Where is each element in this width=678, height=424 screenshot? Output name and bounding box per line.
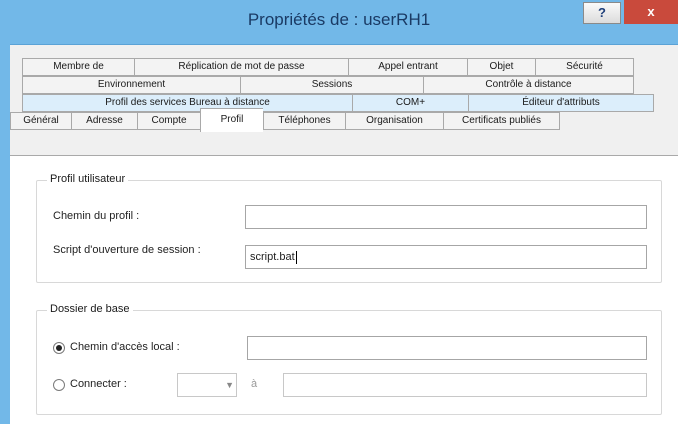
tab-membre-de[interactable]: Membre de: [22, 58, 134, 76]
help-button[interactable]: ?: [583, 2, 621, 24]
chevron-down-icon: ▼: [225, 380, 234, 390]
tab-securite[interactable]: Sécurité: [535, 58, 634, 76]
chemin-profil-input[interactable]: [245, 205, 647, 229]
tab-certificats-publies[interactable]: Certificats publiés: [443, 112, 560, 130]
tab-row-3: Profil des services Bureau à distance CO…: [22, 94, 654, 112]
dossier-base-legend: Dossier de base: [47, 303, 133, 315]
profil-tab-panel: Profil utilisateur Chemin du profil : Sc…: [10, 155, 678, 424]
tab-sessions[interactable]: Sessions: [240, 76, 423, 94]
tab-compte[interactable]: Compte: [137, 112, 200, 130]
chemin-profil-label: Chemin du profil :: [53, 210, 140, 222]
tab-environnement[interactable]: Environnement: [22, 76, 240, 94]
tab-objet[interactable]: Objet: [467, 58, 535, 76]
chemin-local-label: Chemin d'accès local :: [70, 341, 180, 353]
tab-profil-bureau-distance[interactable]: Profil des services Bureau à distance: [22, 94, 352, 112]
tab-controle-distance[interactable]: Contrôle à distance: [423, 76, 634, 94]
tab-organisation[interactable]: Organisation: [345, 112, 443, 130]
close-icon: x: [647, 4, 655, 19]
profil-utilisateur-group: Profil utilisateur Chemin du profil : Sc…: [36, 173, 662, 283]
dossier-base-group: Dossier de base Chemin d'accès local : C…: [36, 303, 662, 415]
tab-general[interactable]: Général: [10, 112, 71, 130]
properties-dialog: Propriétés de : userRH1 ? x Membre de Ré…: [0, 0, 678, 424]
chemin-local-radio[interactable]: [53, 342, 65, 354]
window-frame-left: [0, 44, 10, 424]
chemin-local-input[interactable]: [247, 336, 647, 360]
connecter-chemin-input[interactable]: [283, 373, 647, 397]
tab-row-2: Environnement Sessions Contrôle à distan…: [22, 76, 634, 94]
dialog-title: Propriétés de : userRH1: [247, 10, 431, 29]
tab-adresse[interactable]: Adresse: [71, 112, 137, 130]
tab-profil[interactable]: Profil: [200, 108, 263, 132]
tab-telephones[interactable]: Téléphones: [263, 112, 345, 130]
script-ouverture-label: Script d'ouverture de session :: [53, 244, 201, 256]
tab-com-plus[interactable]: COM+: [352, 94, 468, 112]
tab-replication[interactable]: Réplication de mot de passe: [134, 58, 348, 76]
connecter-radio[interactable]: [53, 379, 65, 391]
tab-row-4: Général Adresse Compte Profil Téléphones…: [10, 108, 560, 132]
connecter-label: Connecter :: [70, 378, 127, 390]
script-ouverture-value: script.bat: [250, 251, 295, 263]
text-caret: [295, 250, 297, 264]
lecteur-dropdown[interactable]: ▼: [177, 373, 237, 397]
profil-utilisateur-legend: Profil utilisateur: [47, 173, 129, 185]
tab-row-1: Membre de Réplication de mot de passe Ap…: [22, 58, 634, 76]
tab-editeur-attributs[interactable]: Éditeur d'attributs: [468, 94, 654, 112]
title-bar: Propriétés de : userRH1 ? x: [0, 0, 678, 45]
close-button[interactable]: x: [624, 0, 678, 24]
tab-appel-entrant[interactable]: Appel entrant: [348, 58, 467, 76]
connecter-a-label: à: [251, 378, 258, 390]
script-ouverture-input[interactable]: script.bat: [245, 245, 647, 269]
